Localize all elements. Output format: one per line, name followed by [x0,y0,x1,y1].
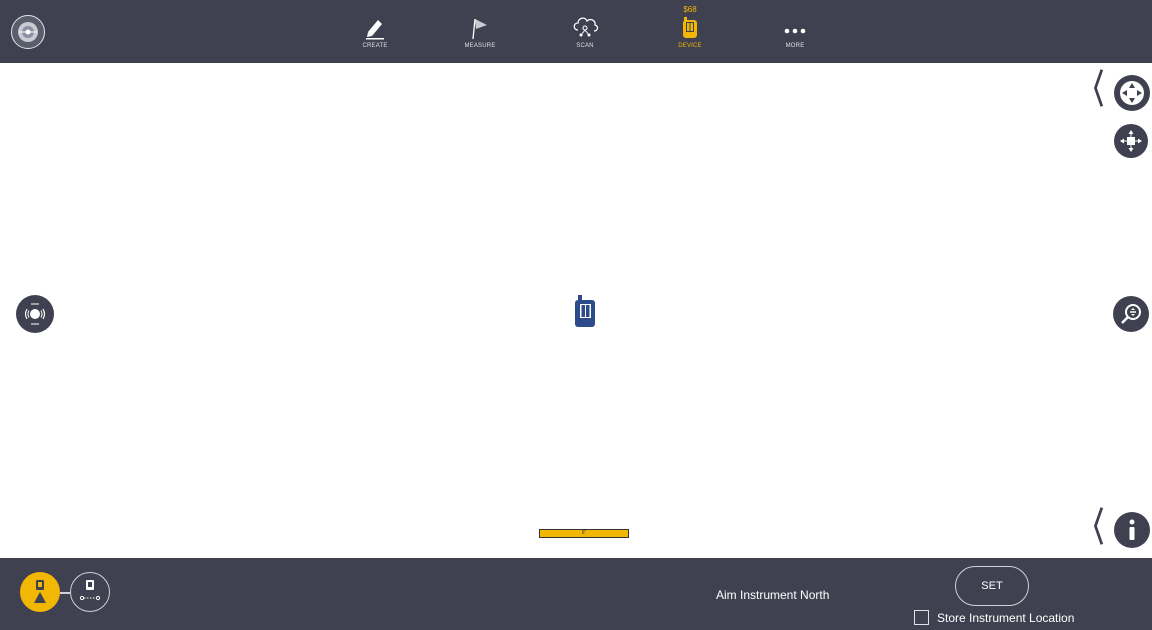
store-location-option[interactable]: Store Instrument Location [914,610,1074,625]
cloud-scan-icon [573,17,599,37]
instruction-text: Aim Instrument North [716,588,830,602]
set-button[interactable]: SET [955,566,1029,606]
nav-create-label: CREATE [362,43,388,49]
info-button[interactable] [1114,512,1150,548]
zoom-search-icon [1121,304,1141,324]
info-icon [1129,519,1135,540]
nav-measure-label: MEASURE [464,43,496,49]
bottom-bar: Aim Instrument North SET Store Instrumen… [0,558,1152,630]
device-badge: $68 [683,5,697,14]
nav-measure[interactable]: MEASURE [445,10,515,58]
pan-button[interactable] [1114,75,1150,111]
center-view-button[interactable] [1114,124,1148,158]
top-toolbar: CREATE MEASURE SCAN $68 DEVICE MORE [0,0,1152,63]
laser-device-icon [683,17,697,38]
target-logo-icon [18,22,38,42]
zoom-button[interactable] [1113,296,1149,332]
store-location-checkbox[interactable] [914,610,929,625]
flag-icon [472,18,487,40]
pencil-icon [366,20,384,40]
instrument-signal-icon [24,303,46,325]
move-arrows-icon [1120,81,1144,105]
instrument-tripod-icon [34,580,46,603]
mode-connector [60,592,70,594]
map-canvas[interactable] [0,63,1152,558]
crosshair-icon [1120,130,1142,152]
nav-scan[interactable]: SCAN [550,10,620,58]
nav-more-label: MORE [785,43,805,49]
nav-device[interactable]: $68 DEVICE [655,5,725,58]
more-dots-icon [784,28,806,34]
nav-create[interactable]: CREATE [340,10,410,58]
instrument-control-button[interactable] [16,295,54,333]
instrument-line-icon [79,580,101,601]
nav-device-label: DEVICE [678,43,702,49]
instrument-setup-mode-button[interactable] [20,572,60,612]
scale-bar: 6" [539,529,629,538]
store-location-label: Store Instrument Location [937,610,1075,625]
app-menu-button[interactable] [11,15,45,49]
nav-scan-label: SCAN [576,43,594,49]
instrument-layout-mode-button[interactable] [70,572,110,612]
nav-more[interactable]: MORE [760,10,830,58]
instrument-marker-icon[interactable] [574,294,596,328]
